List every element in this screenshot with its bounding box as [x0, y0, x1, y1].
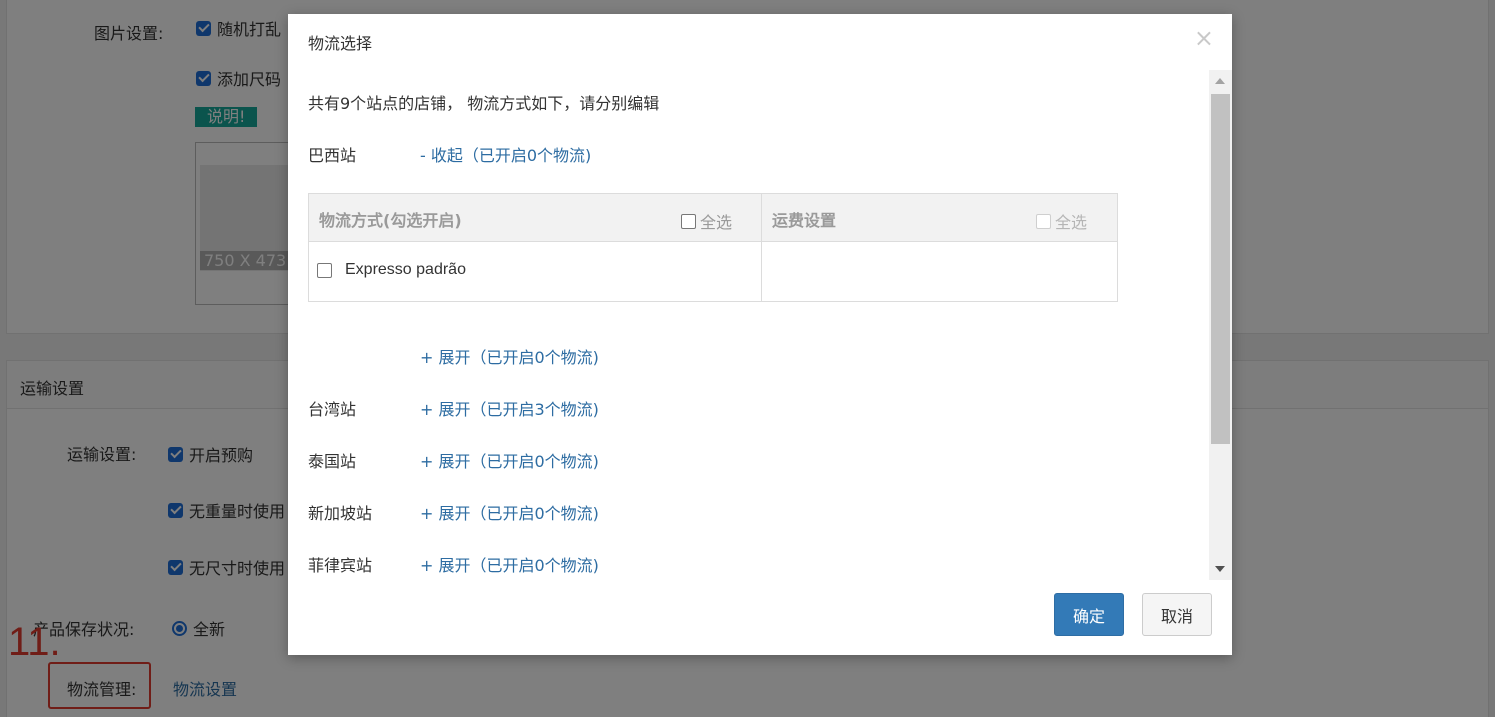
table-header-fee: 运费设置 全选 [762, 194, 1117, 242]
site-name: 新加坡站 [308, 504, 373, 523]
site-row-philippines: 菲律宾站 + 展开（已开启0个物流) [308, 552, 908, 576]
dialog-title: 物流选择 [308, 34, 373, 53]
expand-toggle[interactable]: + 展开（已开启0个物流) [420, 344, 599, 368]
fee-cell [762, 242, 1117, 301]
shipping-methods-table: 物流方式(勾选开启) 全选 运费设置 全选 Expresso padrão [308, 193, 1118, 302]
table-header-method: 物流方式(勾选开启) 全选 [309, 194, 762, 242]
fee-select-all: 全选 [1036, 209, 1087, 233]
checkbox-disabled-icon [1036, 213, 1051, 229]
collapse-toggle[interactable]: - 收起（已开启0个物流) [420, 142, 591, 166]
dialog-intro-text: 共有9个站点的店铺， 物流方式如下，请分别编辑 [308, 94, 660, 113]
expand-toggle[interactable]: + 展开（已开启3个物流) [420, 396, 599, 420]
site-name: 泰国站 [308, 452, 357, 471]
site-row-thailand: 泰国站 + 展开（已开启0个物流) [308, 448, 908, 472]
scrollbar-thumb[interactable] [1211, 94, 1230, 444]
close-icon[interactable]: × [1194, 24, 1214, 52]
site-name: 台湾站 [308, 400, 357, 419]
site-name: 菲律宾站 [308, 556, 373, 575]
dialog-scrollbar[interactable] [1209, 70, 1232, 580]
expand-toggle[interactable]: + 展开（已开启0个物流) [420, 552, 599, 576]
cancel-button[interactable]: 取消 [1142, 593, 1212, 636]
site-row-unnamed: + 展开（已开启0个物流) [308, 344, 908, 368]
expand-toggle[interactable]: + 展开（已开启0个物流) [420, 500, 599, 524]
expand-toggle[interactable]: + 展开（已开启0个物流) [420, 448, 599, 472]
scroll-up-arrow-icon[interactable] [1215, 78, 1225, 84]
table-row: Expresso padrão [309, 242, 762, 301]
dialog-footer: 确定 取消 [288, 578, 1232, 655]
scroll-down-arrow-icon[interactable] [1215, 566, 1225, 572]
site-name: 巴西站 [308, 146, 357, 165]
logistics-select-dialog: 物流选择 × 共有9个站点的店铺， 物流方式如下，请分别编辑 巴西站 - 收起（… [288, 14, 1232, 655]
confirm-button[interactable]: 确定 [1054, 593, 1124, 636]
dialog-header: 物流选择 × [288, 14, 1232, 68]
site-row-taiwan: 台湾站 + 展开（已开启3个物流) [308, 396, 908, 420]
checkbox-icon [681, 213, 696, 229]
method-checkbox[interactable]: Expresso padrão [317, 261, 466, 279]
dialog-body[interactable]: 共有9个站点的店铺， 物流方式如下，请分别编辑 巴西站 - 收起（已开启0个物流… [288, 68, 1232, 578]
column-header-fee: 运费设置 [772, 211, 837, 230]
site-row-brazil: 巴西站 - 收起（已开启0个物流) [308, 142, 908, 166]
site-row-singapore: 新加坡站 + 展开（已开启0个物流) [308, 500, 908, 524]
column-header-method: 物流方式(勾选开启) [319, 211, 462, 230]
method-select-all[interactable]: 全选 [681, 209, 732, 233]
checkbox-icon [317, 262, 332, 278]
